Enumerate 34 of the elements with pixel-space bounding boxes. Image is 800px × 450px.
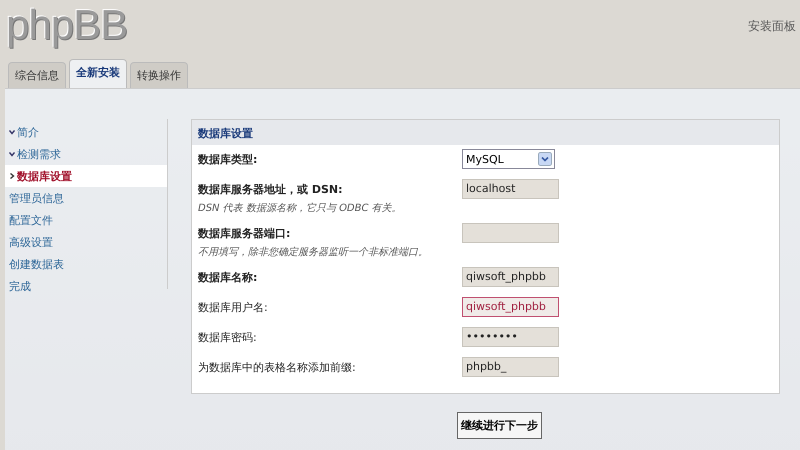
page-title: 安装面板 — [748, 18, 796, 35]
tab[interactable]: 综合信息 — [8, 62, 66, 88]
sidebar-item[interactable]: 高级设置 — [5, 231, 167, 253]
sidebar-item[interactable]: 管理员信息 — [5, 187, 167, 209]
field-label: 数据库服务器端口: — [198, 226, 292, 242]
input-field[interactable]: •••••••• — [462, 327, 559, 347]
input-field[interactable] — [462, 223, 559, 243]
chevron-down-icon — [9, 151, 15, 157]
logo: phpBB — [6, 0, 128, 50]
sidebar-item[interactable]: 创建数据表 — [5, 253, 167, 275]
input-field[interactable]: phpbb_ — [462, 357, 559, 377]
sidebar-item[interactable]: 配置文件 — [5, 209, 167, 231]
field-label: 数据库用户名: — [198, 300, 269, 316]
field-label: 数据库密码: — [198, 330, 258, 346]
submit-button[interactable]: 继续进行下一步 — [457, 412, 542, 439]
field-label: 数据库名称: — [198, 270, 258, 286]
chevron-down-icon — [9, 129, 15, 135]
field-label: 数据库类型: — [198, 152, 258, 168]
section-title: 数据库设置 — [192, 120, 779, 145]
sidebar-item[interactable]: 数据库设置 — [5, 165, 167, 187]
tab[interactable]: 全新安装 — [69, 59, 127, 88]
input-field[interactable]: qiwsoft_phpbb — [462, 297, 559, 317]
sidebar-item[interactable]: 完成 — [5, 275, 167, 297]
field-hint: 不用填写，除非您确定服务器监听一个非标准端口。 — [198, 246, 429, 259]
tab[interactable]: 转换操作 — [130, 62, 188, 88]
input-field[interactable]: qiwsoft_phpbb — [462, 267, 559, 287]
field-hint: DSN 代表 数据源名称，它只与 ODBC 有关。 — [198, 202, 403, 215]
sidebar-item[interactable]: 检测需求 — [5, 143, 167, 165]
field-label: 为数据库中的表格名称添加前缀: — [198, 360, 357, 376]
field-label: 数据库服务器地址，或 DSN: — [198, 182, 344, 198]
chevron-right-icon — [9, 173, 15, 179]
sidebar-item[interactable]: 简介 — [5, 121, 167, 143]
input-field[interactable]: localhost — [462, 179, 559, 199]
database-type-dropdown[interactable]: MySQL — [462, 149, 555, 169]
